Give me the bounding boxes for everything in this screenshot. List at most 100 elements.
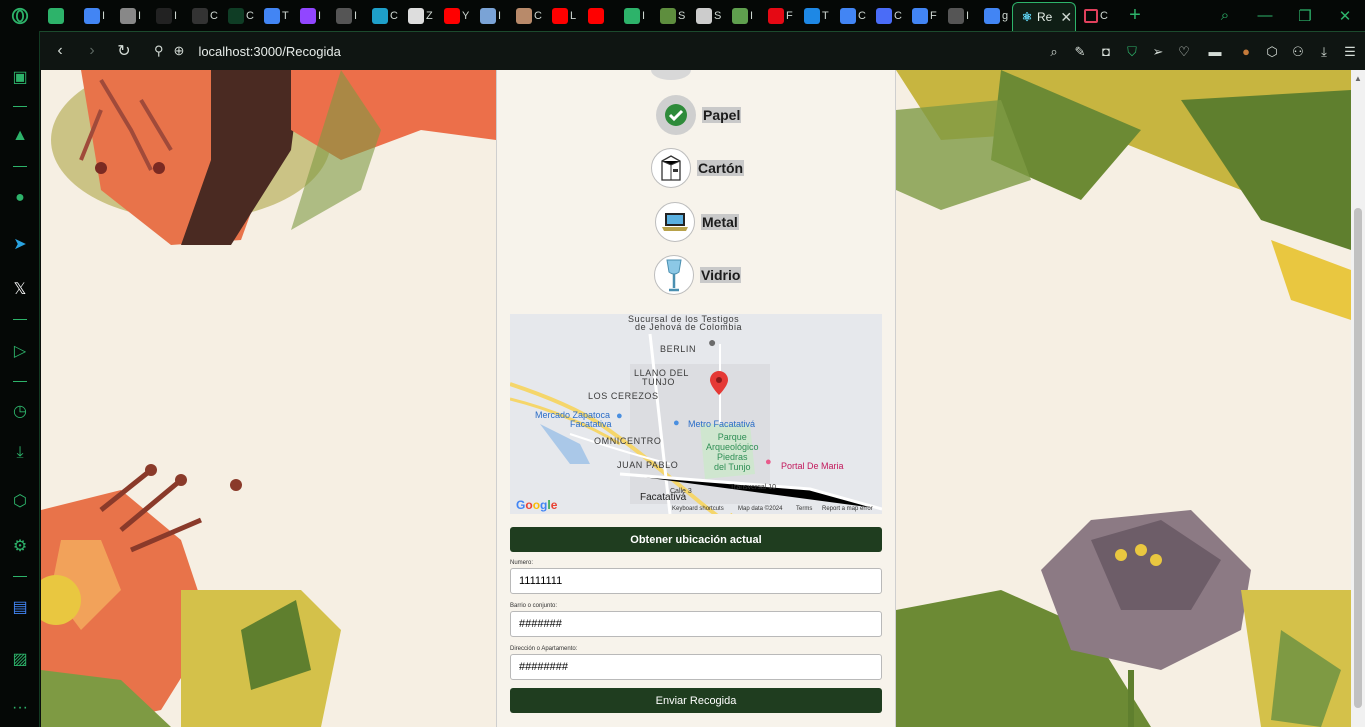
window-icon bbox=[1084, 8, 1098, 23]
page-scrollbar[interactable]: ▲ bbox=[1351, 70, 1365, 727]
google-map[interactable]: Sucursal de los Testigos de Jehová de Co… bbox=[510, 314, 882, 514]
tab[interactable]: g bbox=[976, 0, 1012, 31]
forward-icon[interactable]: › bbox=[76, 42, 108, 60]
close-window-icon[interactable]: ✕ bbox=[1325, 7, 1365, 25]
edit-icon[interactable]: ✎ bbox=[1073, 44, 1087, 60]
tab[interactable]: Y bbox=[436, 0, 472, 31]
tab[interactable]: I bbox=[616, 0, 652, 31]
cube-icon[interactable]: ⬡ bbox=[1265, 44, 1279, 60]
tab-last[interactable]: C bbox=[1076, 0, 1112, 31]
direccion-input[interactable] bbox=[510, 654, 882, 680]
tab[interactable]: L bbox=[544, 0, 580, 31]
tab[interactable]: I bbox=[148, 0, 184, 31]
minimize-icon[interactable]: — bbox=[1245, 7, 1285, 24]
extensions-cube-icon[interactable]: ⬡ bbox=[0, 491, 40, 511]
site-info-globe-icon[interactable]: ⊕ bbox=[174, 43, 185, 59]
restore-icon[interactable]: ❐ bbox=[1285, 7, 1325, 25]
tab[interactable]: I bbox=[328, 0, 364, 31]
tab-label: C bbox=[390, 9, 398, 22]
tab[interactable]: T bbox=[796, 0, 832, 31]
tab[interactable]: T bbox=[256, 0, 292, 31]
tab-label: C bbox=[1100, 9, 1108, 22]
back-icon[interactable]: ‹ bbox=[44, 42, 76, 60]
youtube-icon bbox=[552, 7, 568, 24]
map-park-label: Parque Arqueológico Piedras del Tunjo bbox=[706, 432, 759, 472]
tab[interactable]: I bbox=[940, 0, 976, 31]
tab-label: C bbox=[210, 9, 218, 22]
close-tab-icon[interactable]: ✕ bbox=[1060, 9, 1072, 26]
map-report-link[interactable]: Report a map error bbox=[822, 506, 873, 512]
map-marker-gray-icon: ● bbox=[708, 334, 717, 350]
tab[interactable] bbox=[580, 0, 616, 31]
player-icon[interactable]: ▷ bbox=[0, 341, 40, 361]
tab[interactable]: I bbox=[472, 0, 508, 31]
scroll-up-icon[interactable]: ▲ bbox=[1354, 74, 1362, 83]
x-twitter-icon[interactable]: 𝕏 bbox=[0, 279, 40, 299]
tab[interactable]: F bbox=[760, 0, 796, 31]
tab-label: Z bbox=[426, 9, 433, 22]
search-tabs-icon[interactable]: ⌕ bbox=[1205, 7, 1245, 24]
map-keyboard-shortcuts-link[interactable]: Keyboard shortcuts bbox=[672, 506, 724, 512]
tab[interactable]: F bbox=[904, 0, 940, 31]
tab[interactable]: C bbox=[364, 0, 400, 31]
send-icon[interactable]: ➢ bbox=[1151, 44, 1165, 60]
tab[interactable]: I bbox=[112, 0, 148, 31]
download-icon[interactable]: ⤓ bbox=[1317, 44, 1331, 60]
tab[interactable] bbox=[40, 0, 76, 31]
translate-icon[interactable]: ▤ bbox=[0, 597, 40, 617]
tab[interactable]: C bbox=[508, 0, 544, 31]
opera-gx-logo-icon[interactable] bbox=[0, 0, 40, 31]
tab-active[interactable]: ⚛ Re ✕ bbox=[1012, 2, 1076, 31]
submit-pickup-button[interactable]: Enviar Recogida bbox=[510, 688, 882, 713]
get-location-button[interactable]: Obtener ubicación actual bbox=[510, 527, 882, 552]
downloads-icon[interactable]: ⤓ bbox=[0, 444, 40, 462]
tab[interactable]: C bbox=[868, 0, 904, 31]
tab[interactable]: C bbox=[184, 0, 220, 31]
reload-icon[interactable]: ↻ bbox=[108, 41, 140, 61]
google-icon bbox=[84, 7, 100, 24]
history-icon[interactable]: ◷ bbox=[0, 401, 40, 421]
material-option-carton[interactable]: Cartón bbox=[651, 148, 745, 188]
zoom-icon[interactable]: ⌕ bbox=[1047, 44, 1061, 60]
telegram-icon[interactable]: ➤ bbox=[0, 234, 40, 254]
url-field[interactable]: localhost:3000/Recogida bbox=[198, 44, 340, 59]
material-option-vidrio[interactable]: Vidrio bbox=[654, 255, 742, 295]
numero-input[interactable] bbox=[510, 568, 882, 594]
tab[interactable]: S bbox=[688, 0, 724, 31]
material-option-metal[interactable]: Metal bbox=[655, 202, 739, 242]
whatsapp-icon[interactable]: ● bbox=[0, 189, 40, 207]
profile-icon[interactable]: ⚇ bbox=[1291, 44, 1305, 60]
tab[interactable]: I bbox=[76, 0, 112, 31]
heart-icon[interactable]: ♡ bbox=[1177, 44, 1191, 60]
location-pin-icon[interactable]: ⚲ bbox=[154, 43, 164, 59]
settings-gear-icon[interactable]: ⚙ bbox=[0, 536, 40, 556]
sidebar-divider bbox=[13, 166, 27, 167]
material-option-papel[interactable]: Papel bbox=[656, 95, 742, 135]
tab[interactable]: C bbox=[220, 0, 256, 31]
cookie-icon[interactable]: ● bbox=[1239, 44, 1253, 59]
laptop-icon bbox=[655, 202, 695, 242]
aria-icon[interactable]: ▲ bbox=[0, 127, 40, 145]
tab[interactable]: I bbox=[724, 0, 760, 31]
more-icon[interactable]: ··· bbox=[0, 699, 40, 717]
map-pin-red-icon[interactable] bbox=[710, 371, 728, 395]
tab-label: I bbox=[138, 9, 142, 22]
gx-control-icon[interactable]: ▣ bbox=[0, 67, 40, 87]
tab[interactable]: I bbox=[292, 0, 328, 31]
camera-icon[interactable]: ◘ bbox=[1099, 44, 1113, 59]
scrollbar-thumb[interactable] bbox=[1354, 208, 1362, 708]
map-terms-link[interactable]: Terms bbox=[796, 506, 812, 512]
shield-icon[interactable]: ⛉ bbox=[1125, 44, 1139, 60]
map-road-label: Calle 3 bbox=[670, 488, 692, 495]
gallery-icon[interactable]: ▨ bbox=[0, 649, 40, 669]
react-icon: ⚛ bbox=[1021, 10, 1033, 24]
tab[interactable]: S bbox=[652, 0, 688, 31]
barrio-input[interactable] bbox=[510, 611, 882, 637]
easy-setup-icon[interactable]: ☰ bbox=[1343, 44, 1357, 60]
material-label: Metal bbox=[701, 214, 739, 230]
extension-car-icon[interactable]: ▬ bbox=[1203, 44, 1227, 59]
tab[interactable]: C bbox=[832, 0, 868, 31]
new-tab-button[interactable]: + bbox=[1122, 4, 1148, 27]
field-label: Barrio o conjunto: bbox=[510, 603, 558, 609]
tab[interactable]: Z bbox=[400, 0, 436, 31]
